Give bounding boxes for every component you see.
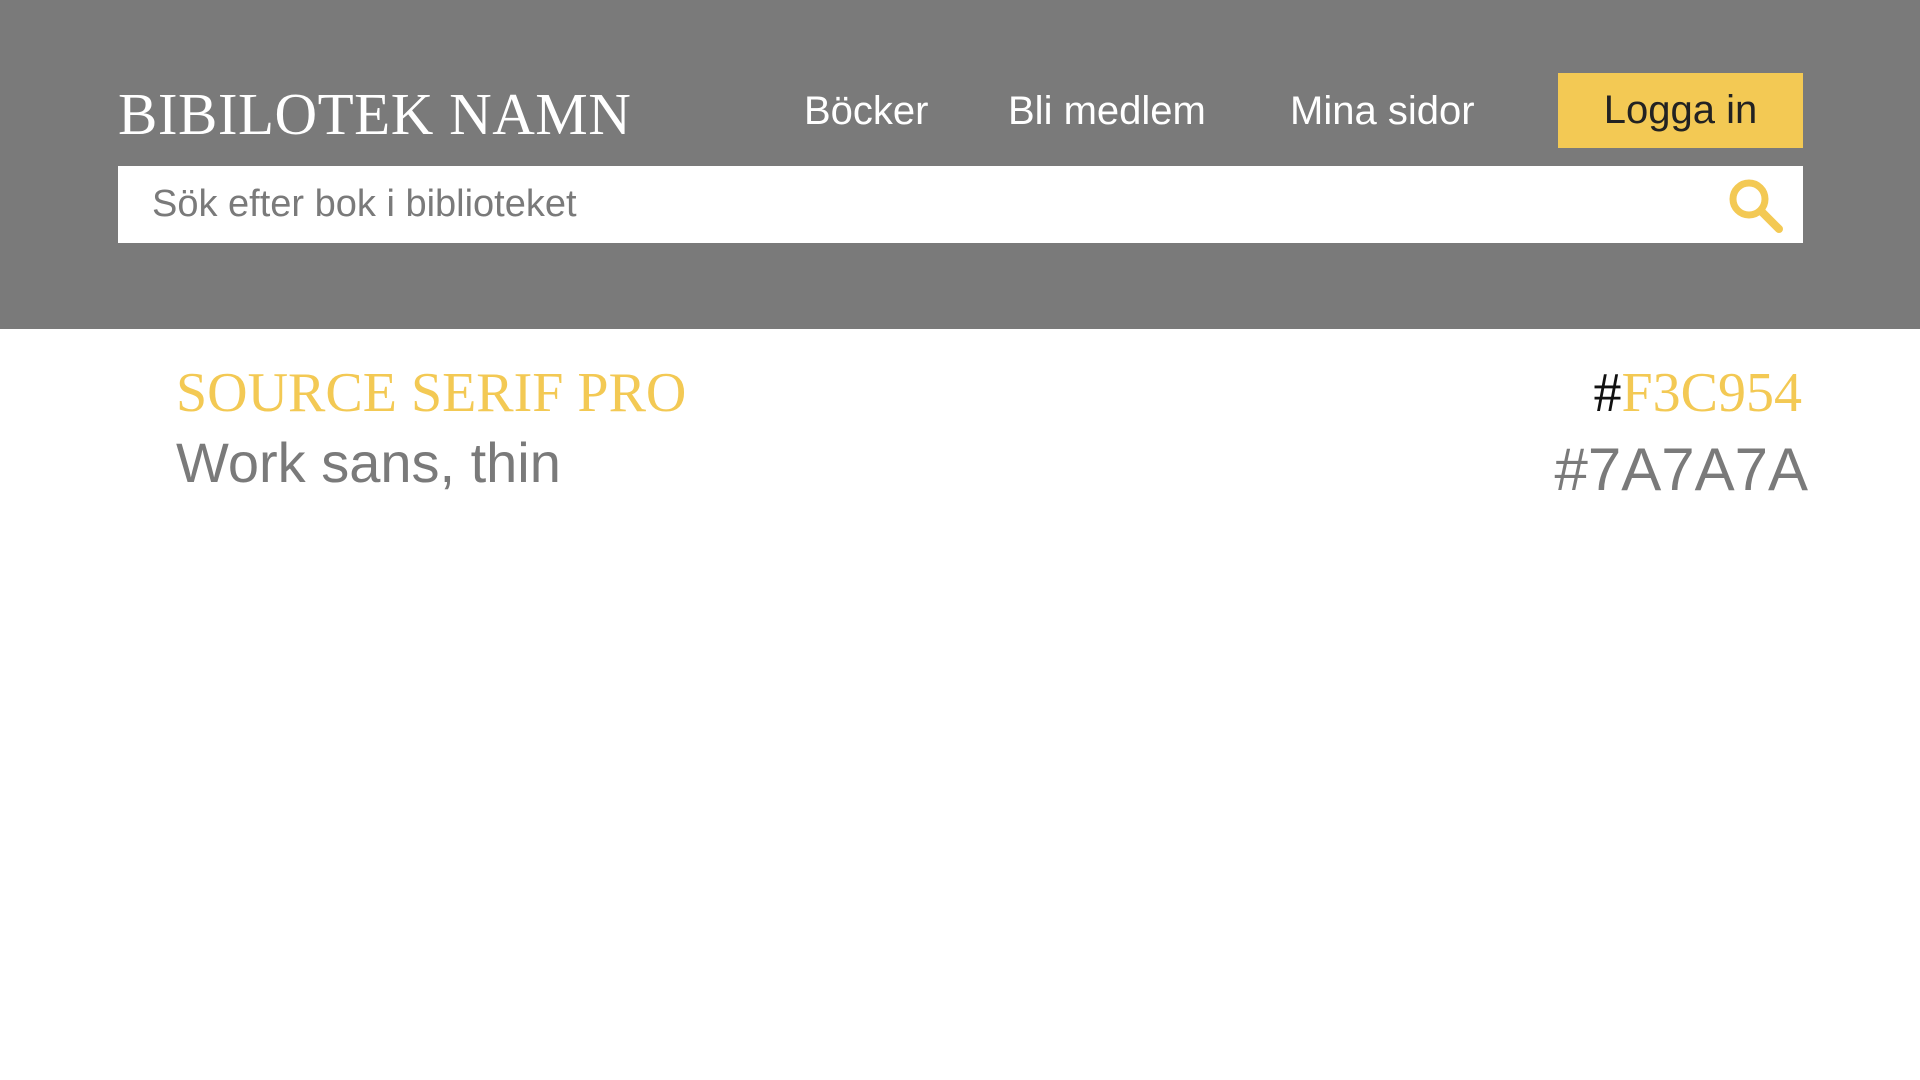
primary-color-code: #F3C954	[1594, 358, 1803, 428]
secondary-color-code: #7A7A7A	[1554, 436, 1808, 503]
site-logo-title[interactable]: BIBILOTEK NAMN	[118, 76, 631, 152]
primary-color-hash: #	[1593, 362, 1622, 424]
primary-color-value: F3C954	[1621, 362, 1803, 424]
search-bar	[118, 166, 1803, 243]
login-button[interactable]: Logga in	[1558, 73, 1803, 148]
secondary-font-name: Work sans, thin	[176, 431, 561, 494]
site-header: BIBILOTEK NAMN Böcker Bli medlem Mina si…	[0, 0, 1920, 329]
search-icon[interactable]	[1727, 177, 1785, 235]
search-input[interactable]	[118, 166, 1718, 243]
nav-link-books[interactable]: Böcker	[804, 84, 929, 138]
nav-link-my-pages[interactable]: Mina sidor	[1290, 84, 1475, 138]
primary-font-name: SOURCE SERIF PRO	[176, 362, 687, 424]
nav-link-become-member[interactable]: Bli medlem	[1008, 84, 1206, 138]
